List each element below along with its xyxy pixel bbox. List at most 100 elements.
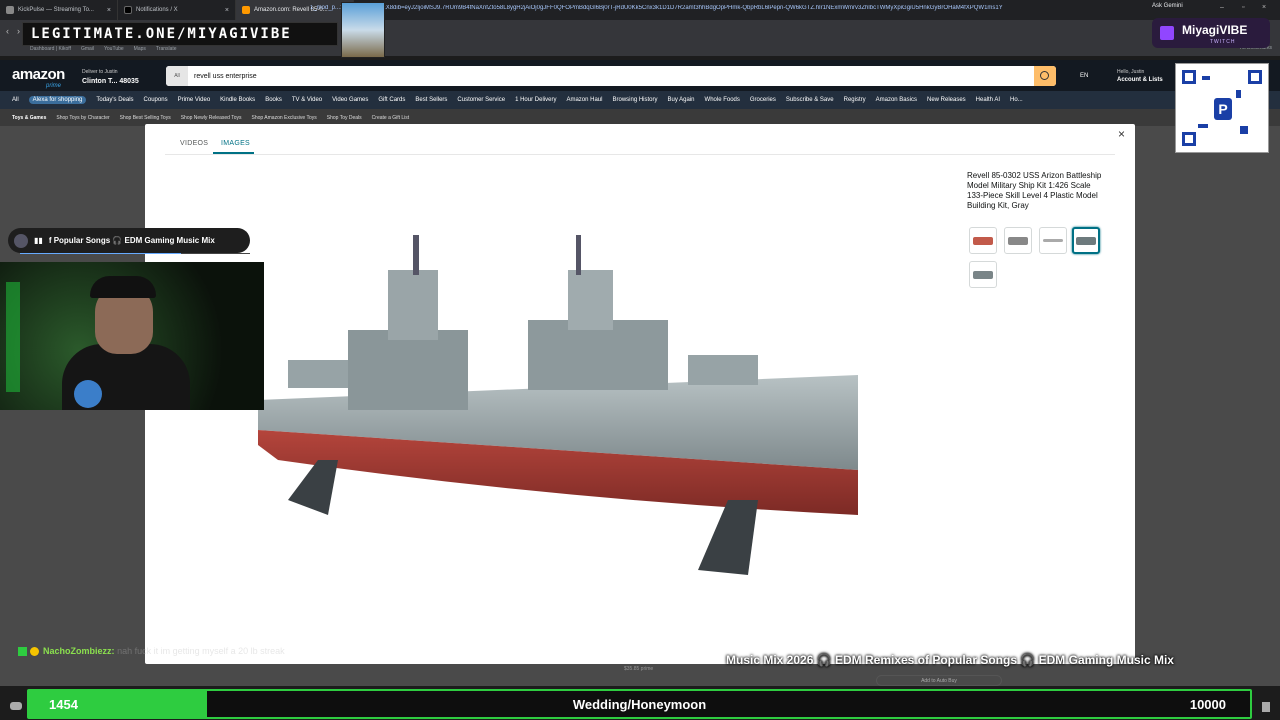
- close-icon[interactable]: ×: [1118, 127, 1125, 141]
- nav-item[interactable]: Gift Cards: [378, 97, 405, 103]
- browser-tab[interactable]: Notifications / X ×: [118, 0, 236, 20]
- chat-username: NachoZombiezz:: [43, 646, 115, 656]
- music-ticker: Music Mix 2026 🎧 EDM Remixes of Popular …: [726, 653, 1174, 667]
- nav-item[interactable]: Subscribe & Save: [786, 97, 834, 103]
- bookmark-item[interactable]: Maps: [134, 46, 146, 52]
- subnav-item[interactable]: Shop Amazon Exclusive Toys: [252, 115, 317, 121]
- background-light: [6, 282, 20, 392]
- kick-badge-icon: [18, 647, 27, 657]
- microphone: [74, 380, 102, 408]
- nav-item[interactable]: Amazon Basics: [876, 97, 917, 103]
- search-input[interactable]: revell uss enterprise: [188, 73, 257, 80]
- product-main-image: [258, 230, 860, 580]
- nav-item[interactable]: Customer Service: [457, 97, 505, 103]
- streamer-headset: [90, 276, 156, 298]
- goal-target: 10000: [1189, 697, 1226, 712]
- forward-icon[interactable]: ›: [17, 26, 20, 36]
- close-tab-icon[interactable]: ×: [107, 7, 111, 14]
- subnav-item[interactable]: Toys & Games: [12, 115, 46, 121]
- qr-corner: [1248, 70, 1262, 84]
- nav-item[interactable]: Books: [265, 97, 282, 103]
- nav-item[interactable]: Browsing History: [612, 97, 657, 103]
- tab-divider: [165, 154, 1115, 155]
- close-window-icon[interactable]: ×: [1262, 4, 1266, 11]
- tray-cloud-icon[interactable]: [10, 702, 22, 710]
- nav-item[interactable]: Health AI: [976, 97, 1000, 103]
- close-tab-icon[interactable]: ×: [225, 7, 229, 14]
- search-bar: All revell uss enterprise: [166, 66, 1056, 86]
- nav-item[interactable]: Whole Foods: [705, 97, 740, 103]
- goal-label: Wedding/Honeymoon: [572, 697, 707, 712]
- language-select[interactable]: EN: [1080, 73, 1088, 79]
- thumbnail-image: [1043, 239, 1063, 242]
- subnav-item[interactable]: Create a Gift List: [372, 115, 410, 121]
- qr-module: [1236, 90, 1241, 98]
- now-playing-progress: [20, 253, 250, 254]
- nav-all[interactable]: All: [12, 97, 19, 103]
- qr-module: [1240, 126, 1248, 134]
- kick-favicon-icon: [6, 6, 14, 14]
- subnav-item[interactable]: Shop Best Selling Toys: [120, 115, 171, 121]
- thumbnail-selected[interactable]: [1072, 227, 1100, 254]
- nav-item[interactable]: Best Sellers: [415, 97, 447, 103]
- nav-item[interactable]: Registry: [844, 97, 866, 103]
- minimize-icon[interactable]: –: [1220, 4, 1224, 11]
- nav-alexa[interactable]: Alexa for shopping: [28, 96, 87, 104]
- nav-item[interactable]: Prime Video: [178, 97, 211, 103]
- back-icon[interactable]: ‹: [6, 26, 9, 36]
- nav-item[interactable]: Amazon Haul: [566, 97, 602, 103]
- nav-item[interactable]: Today's Deals: [96, 97, 133, 103]
- nav-item[interactable]: Video Games: [332, 97, 368, 103]
- amazon-logo[interactable]: amazon: [12, 66, 65, 83]
- stream-brand-banner: LEGITIMATE.ONE/MIYAGIVIBE: [22, 22, 338, 46]
- price-label: $35.85 prime: [624, 666, 654, 672]
- tray-device-icon[interactable]: [1262, 702, 1270, 712]
- auto-buy-button[interactable]: Add to Auto Buy: [876, 675, 1002, 686]
- mast-fore: [413, 235, 419, 275]
- nav-item[interactable]: Kindle Books: [220, 97, 255, 103]
- turret-aft: [688, 355, 758, 385]
- search-icon[interactable]: [1034, 66, 1056, 86]
- webcam-feed: [0, 262, 264, 410]
- twitch-icon: [1160, 26, 1174, 40]
- tab-images-indicator: [213, 152, 254, 154]
- deliver-to[interactable]: Deliver to Justin Clinton T... 48035: [82, 68, 139, 87]
- maximize-icon[interactable]: ▫: [1242, 4, 1244, 11]
- search-category-select[interactable]: All: [166, 66, 188, 86]
- bookmark-item[interactable]: Dashboard | Kikoff: [30, 46, 71, 52]
- paypal-icon: P: [1214, 98, 1232, 120]
- thumbnail-image: [973, 270, 993, 279]
- thumbnail-image: [973, 236, 993, 245]
- bookmark-item[interactable]: YouTube: [104, 46, 124, 52]
- subnav-item[interactable]: Shop Newly Released Toys: [181, 115, 242, 121]
- prime-label: prime: [46, 83, 62, 89]
- subnav-item[interactable]: Shop Toys by Character: [56, 115, 109, 121]
- nav-item[interactable]: 1 Hour Delivery: [515, 97, 556, 103]
- thumbnail[interactable]: [969, 261, 997, 288]
- browser-tab[interactable]: KickPulse — Streaming To... ×: [0, 0, 118, 20]
- thumbnail[interactable]: [1004, 227, 1032, 254]
- qr-module: [1202, 76, 1210, 80]
- equalizer-icon: ▮▮: [34, 236, 43, 245]
- nav-item[interactable]: Ho...: [1010, 97, 1023, 103]
- amazon-nav: All Alexa for shopping Today's Deals Cou…: [0, 91, 1280, 109]
- nav-item[interactable]: New Releases: [927, 97, 966, 103]
- nav-item[interactable]: Groceries: [750, 97, 776, 103]
- nav-item[interactable]: Coupons: [144, 97, 168, 103]
- nav-item[interactable]: TV & Video: [292, 97, 322, 103]
- now-playing-title: f Popular Songs 🎧 EDM Gaming Music Mix: [48, 236, 215, 245]
- account-menu[interactable]: Hello, Justin Account & Lists: [1117, 68, 1163, 84]
- tab-videos[interactable]: VIDEOS: [180, 140, 208, 147]
- thumbnail-image: [1076, 236, 1096, 245]
- now-playing-widget: ▮▮ f Popular Songs 🎧 EDM Gaming Music Mi…: [8, 228, 250, 253]
- nav-item[interactable]: Buy Again: [668, 97, 695, 103]
- tower-aft: [568, 270, 613, 330]
- thumbnail[interactable]: [1039, 227, 1067, 254]
- url-field[interactable]: 1_mod_p...1406OUCV9C6EX8dib=eyJ2IjoiMSJ9…: [310, 5, 1160, 18]
- turret-fore: [288, 360, 348, 388]
- tab-images[interactable]: IMAGES: [221, 140, 250, 147]
- bookmark-item[interactable]: Translate: [156, 46, 177, 52]
- thumbnail[interactable]: [969, 227, 997, 254]
- subnav-item[interactable]: Shop Toy Deals: [327, 115, 362, 121]
- bookmark-item[interactable]: Gmail: [81, 46, 94, 52]
